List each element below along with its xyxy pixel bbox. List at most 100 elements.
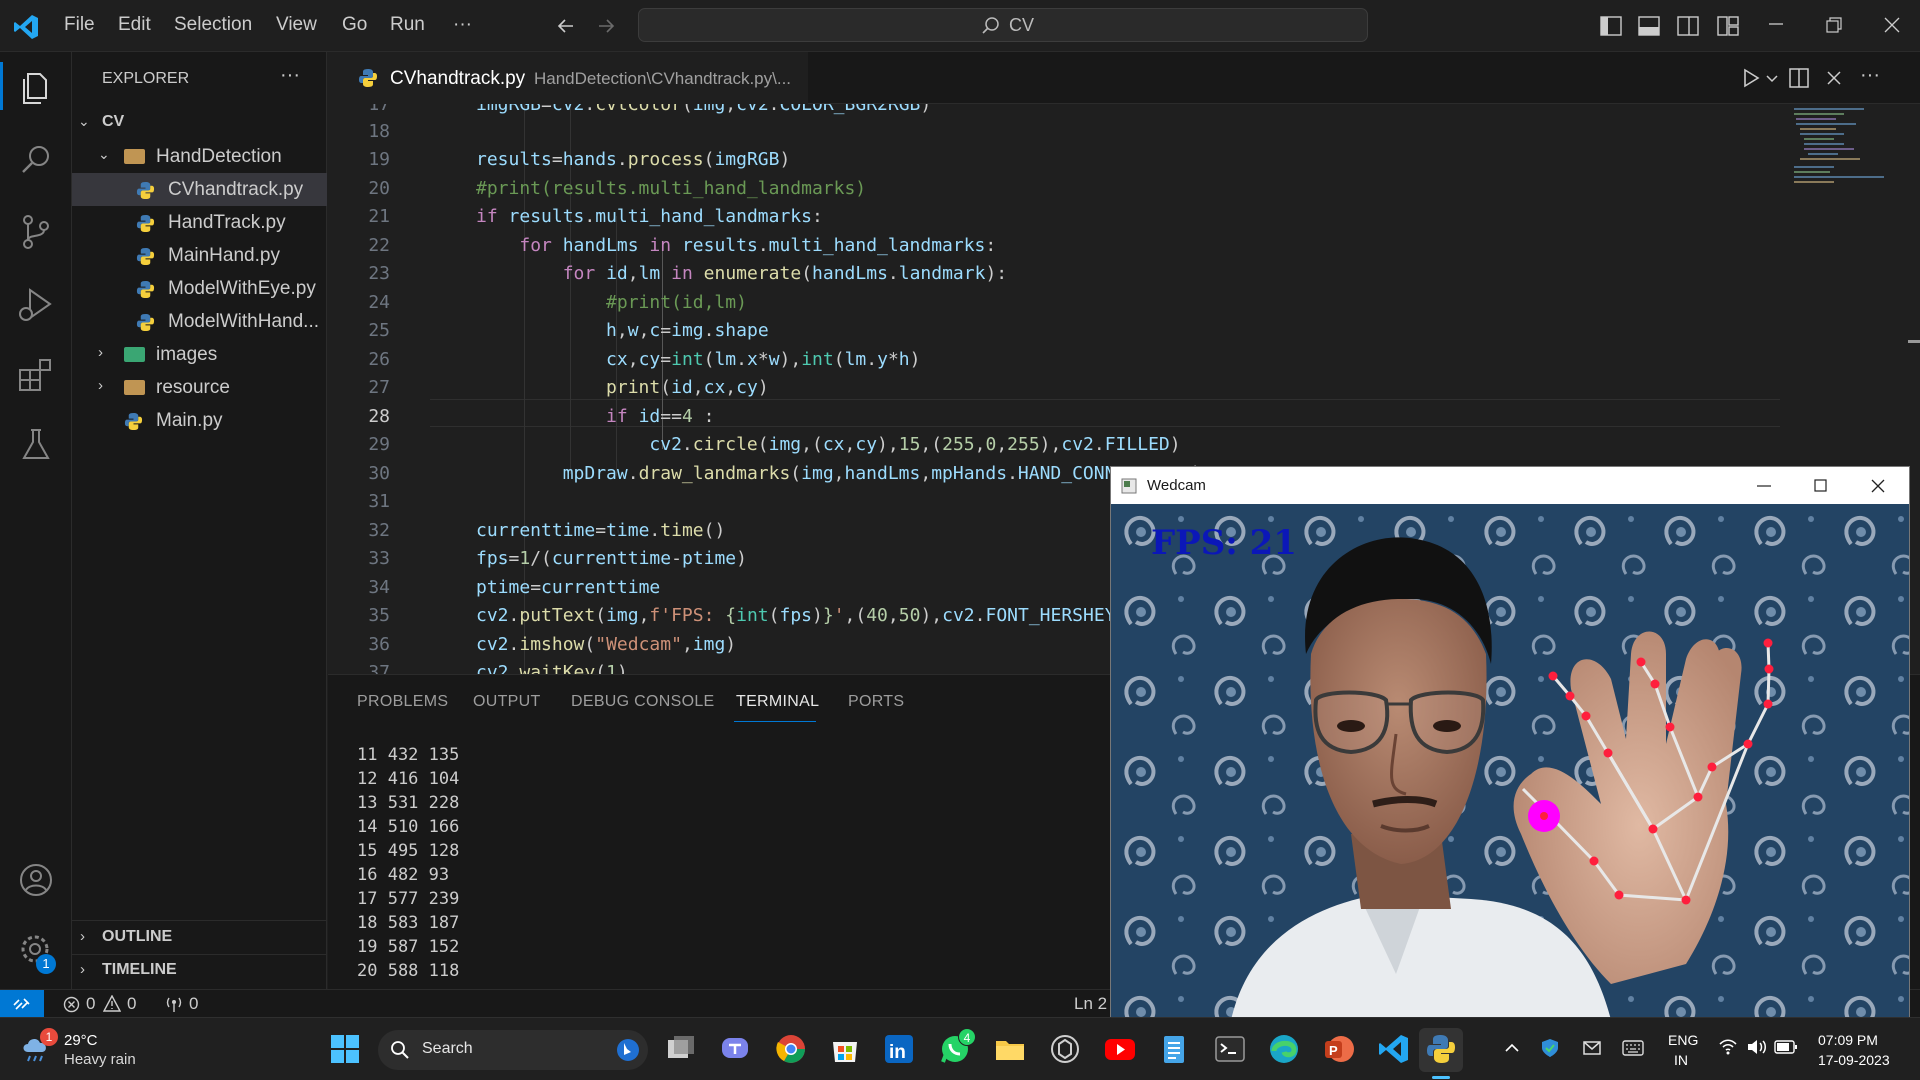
tree-folder-resource[interactable]: › resource	[72, 371, 327, 404]
warning-icon[interactable]	[103, 995, 121, 1012]
menu-view[interactable]: View	[276, 14, 317, 36]
edge-icon[interactable]	[1267, 1032, 1301, 1066]
scrollbar-thumb[interactable]	[1908, 340, 1920, 343]
timeline-section[interactable]: › TIMELINE	[72, 955, 327, 988]
tree-folder-handdetection[interactable]: ⌄ HandDetection	[72, 140, 327, 173]
chevron-up-icon[interactable]	[1504, 1040, 1520, 1056]
explorer-title: EXPLORER	[102, 70, 190, 87]
python-file-icon	[136, 247, 155, 266]
toggle-panel-icon[interactable]	[1638, 16, 1660, 36]
tree-file-handtrack[interactable]: HandTrack.py	[72, 206, 327, 239]
linkedin-icon[interactable]: in	[882, 1032, 916, 1066]
run-python-file-icon[interactable]	[1741, 68, 1761, 88]
tab-cvhandtrack[interactable]: CVhandtrack.py HandDetection\CVhandtrack…	[328, 52, 808, 104]
editor-tab-bar: CVhandtrack.py HandDetection\CVhandtrack…	[328, 52, 1920, 104]
source-control-icon[interactable]	[14, 210, 58, 254]
outline-section[interactable]: › OUTLINE	[72, 922, 327, 955]
explorer-more-button[interactable]: ···	[280, 64, 300, 87]
tab-output[interactable]: OUTPUT	[473, 693, 541, 711]
error-count[interactable]: 0	[86, 994, 95, 1014]
menu-run[interactable]: Run	[390, 14, 425, 36]
customize-layout-icon[interactable]	[1717, 16, 1739, 36]
bing-icon[interactable]	[616, 1038, 640, 1062]
notepad-icon[interactable]	[1157, 1032, 1191, 1066]
extensions-icon[interactable]	[14, 352, 58, 396]
terminal-output[interactable]: 11 432 135 12 416 104 13 531 228 14 510 …	[328, 735, 888, 990]
terminal-icon[interactable]	[1213, 1032, 1247, 1066]
command-center-search[interactable]: CV	[638, 8, 1368, 42]
maximize-icon[interactable]	[1814, 479, 1827, 492]
wifi-icon[interactable]	[1718, 1038, 1738, 1056]
task-view-icon[interactable]	[664, 1032, 698, 1066]
line-number: 37	[368, 662, 390, 674]
account-icon[interactable]	[14, 858, 58, 902]
forward-arrow-icon[interactable]	[596, 16, 616, 36]
search-icon[interactable]	[14, 138, 58, 182]
explorer-files-icon[interactable]	[14, 66, 58, 110]
cursor-position[interactable]: Ln 2	[1074, 994, 1107, 1014]
close-editor-icon[interactable]	[1826, 70, 1842, 86]
tree-file-modelwitheye[interactable]: ModelWithEye.py	[72, 272, 327, 305]
menu-go[interactable]: Go	[342, 14, 367, 36]
whatsapp-badge: 4	[958, 1028, 976, 1046]
keyboard-icon[interactable]	[1622, 1039, 1644, 1057]
testing-flask-icon[interactable]	[14, 422, 58, 466]
close-icon[interactable]	[1884, 17, 1900, 33]
tab-terminal[interactable]: TERMINAL	[736, 693, 819, 711]
error-icon[interactable]	[63, 996, 80, 1013]
battery-icon[interactable]	[1774, 1040, 1798, 1054]
menu-selection[interactable]: Selection	[174, 14, 252, 36]
run-debug-icon[interactable]	[14, 282, 58, 326]
tab-ports[interactable]: PORTS	[848, 693, 904, 711]
split-editor-icon[interactable]	[1788, 67, 1810, 89]
tree-folder-images[interactable]: › images	[72, 338, 327, 371]
powerpoint-icon[interactable]: P	[1322, 1032, 1356, 1066]
restore-icon[interactable]	[1826, 17, 1842, 33]
menu-file[interactable]: File	[64, 14, 95, 36]
microsoft-store-icon[interactable]	[828, 1032, 862, 1066]
toggle-primary-sidebar-icon[interactable]	[1600, 16, 1622, 36]
defender-shield-icon[interactable]	[1540, 1038, 1560, 1058]
volume-icon[interactable]	[1746, 1038, 1768, 1056]
weather-widget[interactable]: 1 29°C Heavy rain	[20, 1028, 220, 1072]
toggle-secondary-sidebar-icon[interactable]	[1677, 16, 1699, 36]
language-indicator[interactable]: ENG	[1668, 1032, 1698, 1048]
editor-more-button[interactable]: ···	[1860, 64, 1880, 87]
file-explorer-icon[interactable]	[993, 1032, 1027, 1066]
teams-chat-icon[interactable]	[718, 1032, 752, 1066]
title-bar: File Edit Selection View Go Run ··· CV	[0, 0, 1920, 52]
chevron-down-icon[interactable]	[1766, 74, 1778, 84]
chatgpt-icon[interactable]	[1048, 1032, 1082, 1066]
tree-file-mainhand[interactable]: MainHand.py	[72, 239, 327, 272]
tree-file-modelwithhand[interactable]: ModelWithHand...	[72, 305, 327, 338]
ports-count[interactable]: 0	[189, 994, 198, 1014]
vscode-taskbar-icon[interactable]	[1377, 1032, 1411, 1066]
windows-start-icon[interactable]	[328, 1032, 362, 1066]
tree-file-cvhandtrack[interactable]: CVhandtrack.py	[72, 173, 327, 206]
mail-tray-icon[interactable]	[1582, 1038, 1602, 1058]
tab-debug-console[interactable]: DEBUG CONSOLE	[571, 693, 715, 711]
tab-problems[interactable]: PROBLEMS	[357, 693, 448, 711]
clock-time[interactable]: 07:09 PM	[1818, 1032, 1878, 1048]
close-icon[interactable]	[1871, 479, 1885, 493]
region-indicator[interactable]: IN	[1674, 1052, 1688, 1068]
remote-indicator[interactable]	[0, 990, 44, 1018]
ports-antenna-icon[interactable]	[164, 995, 184, 1013]
clock-date[interactable]: 17-09-2023	[1818, 1052, 1890, 1068]
python-window-icon[interactable]	[1424, 1032, 1458, 1066]
minimize-icon[interactable]	[1768, 22, 1784, 26]
menu-edit[interactable]: Edit	[118, 14, 151, 36]
wedcam-title-bar[interactable]: Wedcam	[1111, 467, 1909, 504]
chevron-right-icon: ›	[98, 344, 103, 361]
chrome-icon[interactable]	[774, 1032, 808, 1066]
youtube-icon[interactable]	[1103, 1032, 1137, 1066]
warning-count[interactable]: 0	[127, 994, 136, 1014]
tree-root-cv[interactable]: ⌄ CV	[72, 107, 327, 140]
menu-more[interactable]: ···	[453, 14, 472, 36]
wedcam-window[interactable]: Wedcam FPS: 21	[1110, 466, 1910, 1019]
back-arrow-icon[interactable]	[556, 16, 576, 36]
minimize-icon[interactable]	[1757, 485, 1771, 487]
taskbar-search-box[interactable]: Search	[378, 1030, 648, 1070]
tree-file-main[interactable]: Main.py	[72, 404, 327, 437]
svg-text:P: P	[1329, 1043, 1338, 1058]
